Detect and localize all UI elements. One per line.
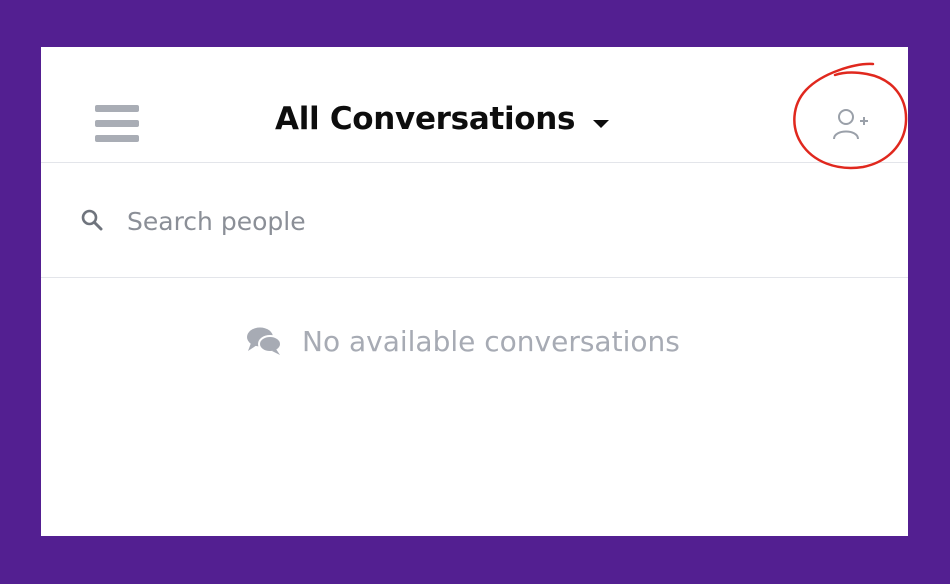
conversations-header: All Conversations: [41, 47, 908, 170]
conversation-filter-dropdown[interactable]: All Conversations: [275, 95, 610, 143]
search-icon: [81, 209, 103, 231]
chat-bubbles-icon: [247, 327, 282, 355]
caret-down-icon: [593, 120, 610, 128]
page-title: All Conversations: [275, 101, 576, 137]
search-bar: [41, 163, 908, 278]
empty-conversations-message: No available conversations: [246, 317, 680, 365]
conversations-panel: All Conversations No ava: [41, 47, 908, 536]
empty-state-text: No available conversations: [302, 324, 680, 358]
search-input[interactable]: [127, 201, 767, 241]
add-person-icon: [833, 109, 868, 140]
add-user-button[interactable]: [831, 106, 871, 144]
menu-button[interactable]: [95, 105, 139, 143]
